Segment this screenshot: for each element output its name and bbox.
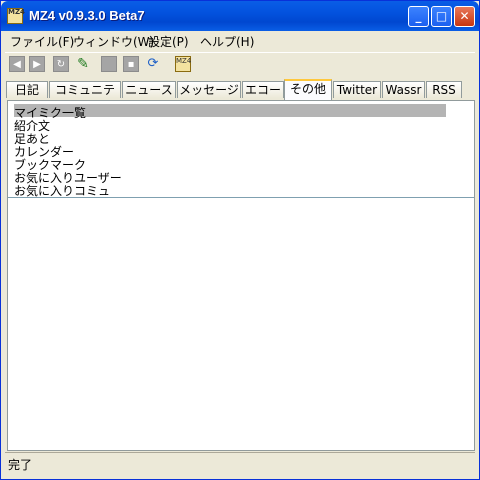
close-button[interactable]: ✕ [454,6,475,27]
app-window: MZ4 MZ4 v0.9.3.0 Beta7 _ □ ✕ ファイル(F) ウィン… [0,0,480,480]
back-icon[interactable]: ◀ [9,56,25,72]
status-text: 完了 [8,458,33,472]
menu-list: マイミク一覧 紹介文 足あと カレンダー ブックマーク お気に入りユーザー お気… [8,101,474,198]
menu-help[interactable]: ヘルプ(H) [200,33,254,50]
list-item-mymixi[interactable]: マイミク一覧 [14,104,446,120]
tab-community[interactable]: コミュニティ [49,81,121,113]
stop-icon[interactable] [101,56,117,72]
tab-other[interactable]: その他 [284,79,332,100]
tab-news[interactable]: ニュース [122,81,176,98]
list-item-bookmarks[interactable]: ブックマーク [14,156,86,172]
tab-bar: 日記 コミュニティ ニュース メッセージ エコー その他 Twitter Was… [5,79,475,113]
status-bar: 完了 [5,452,475,475]
title-bar[interactable]: MZ4 MZ4 v0.9.3.0 Beta7 _ □ ✕ [1,1,479,31]
list-item-calendar[interactable]: カレンダー [14,143,74,159]
maximize-button[interactable]: □ [431,6,452,27]
menu-window[interactable]: ウィンドウ(W) [73,33,154,50]
list-item-favorite-communities[interactable]: お気に入りコミュ [14,182,110,198]
mz4-icon[interactable]: MZ4 [175,56,191,72]
tab-twitter[interactable]: Twitter [333,81,381,98]
mz4-app-icon[interactable]: MZ4 [7,8,25,24]
content-panel: マイミク一覧 紹介文 足あと カレンダー ブックマーク お気に入りユーザー お気… [7,100,475,451]
list-item-footprints[interactable]: 足あと [14,130,50,146]
forward-icon[interactable]: ▶ [29,56,45,72]
list-item-favorite-users[interactable]: お気に入りユーザー [14,169,122,185]
tab-rss[interactable]: RSS [426,81,462,98]
list-item-introduction[interactable]: 紹介文 [14,117,50,133]
menu-settings[interactable]: 設定(P) [148,33,189,50]
tab-wassr[interactable]: Wassr [382,81,425,98]
tab-diary[interactable]: 日記 [6,81,48,98]
reload-icon[interactable]: ↻ [53,56,69,72]
tab-messages[interactable]: メッセージ [177,81,241,98]
page-icon[interactable]: ▪ [123,56,139,72]
edit-icon[interactable]: ✎ [75,56,91,72]
menu-file[interactable]: ファイル(F) [10,33,74,50]
tab-echo[interactable]: エコー [242,81,284,98]
toolbar: ◀ ▶ ↻ ✎ ▪ ⟳ MZ4 [5,52,475,77]
menu-bar: ファイル(F) ウィンドウ(W) 設定(P) ヘルプ(H) [5,31,475,51]
sync-icon[interactable]: ⟳ [145,56,161,72]
minimize-button[interactable]: _ [408,6,429,27]
window-title: MZ4 v0.9.3.0 Beta7 [29,8,145,23]
